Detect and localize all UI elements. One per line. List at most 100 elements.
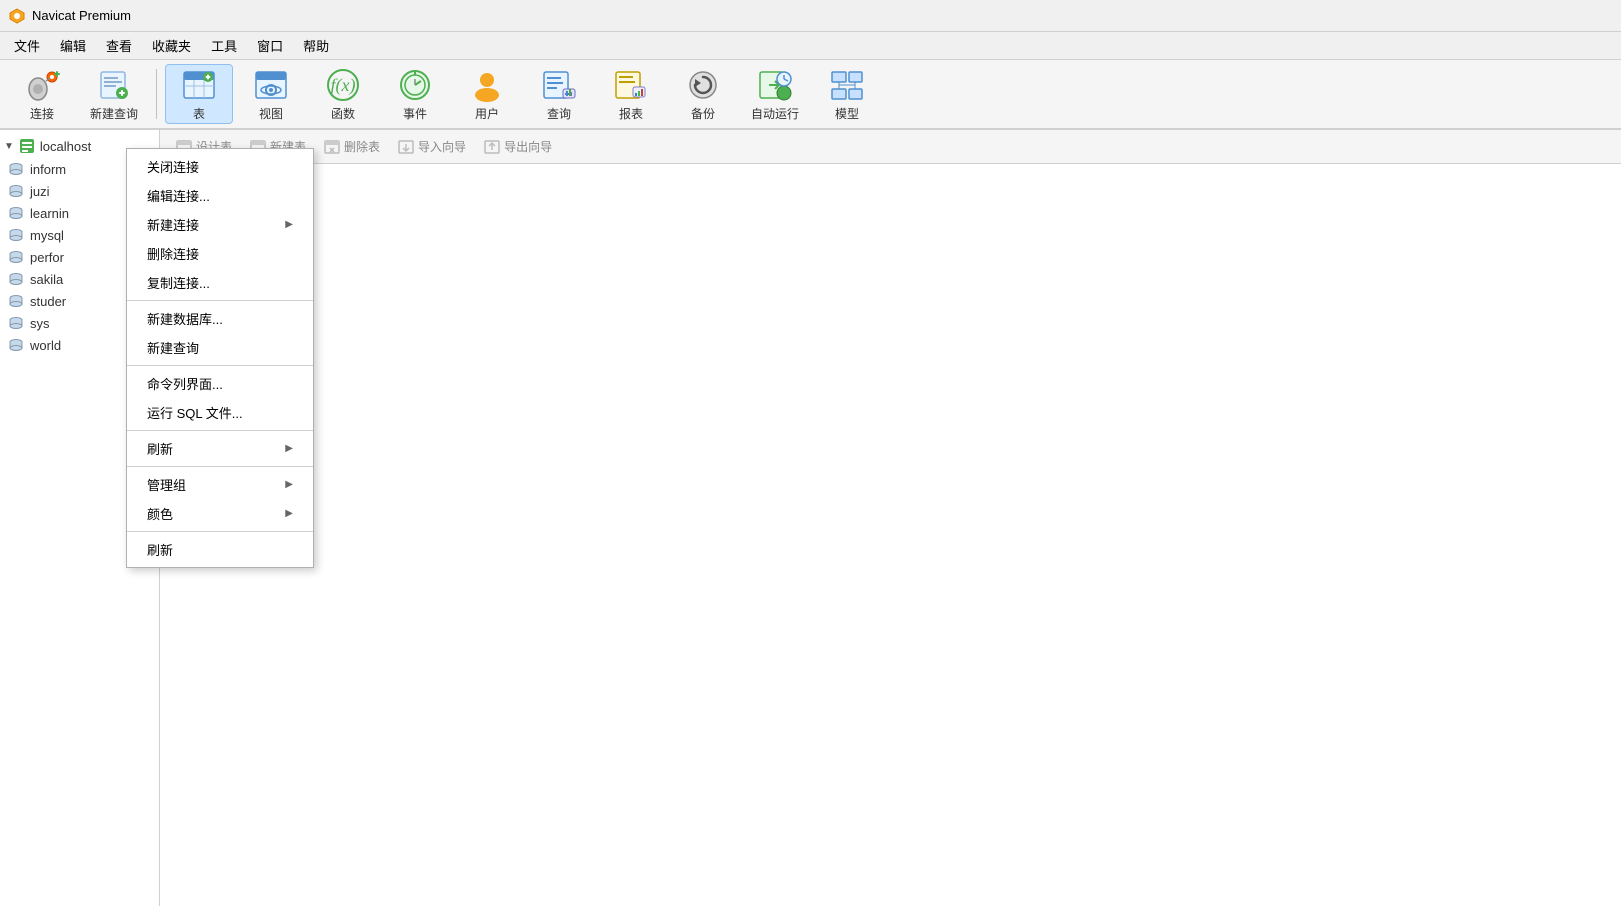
menu-file[interactable]: 文件 bbox=[4, 32, 50, 59]
toolbar-auto-run[interactable]: 自动运行 bbox=[741, 64, 809, 124]
menu-help[interactable]: 帮助 bbox=[293, 32, 339, 59]
expand-arrow: ▼ bbox=[4, 141, 14, 152]
localhost-label: localhost bbox=[40, 139, 91, 154]
db-name-mysql: mysql bbox=[30, 228, 64, 243]
table-icon bbox=[181, 67, 217, 103]
ctx-new-database[interactable]: 新建数据库... bbox=[127, 304, 313, 333]
ctx-edit-connection[interactable]: 编辑连接... bbox=[127, 181, 313, 210]
toolbar-table[interactable]: 表 bbox=[165, 64, 233, 124]
toolbar-function[interactable]: f(x) 函数 bbox=[309, 64, 377, 124]
user-icon bbox=[469, 67, 505, 103]
sec-btn-export-label: 导出向导 bbox=[504, 138, 552, 155]
export-icon bbox=[484, 139, 500, 155]
ctx-color-arrow: ▶ bbox=[285, 508, 293, 519]
db-name-studer: studer bbox=[30, 294, 66, 309]
ctx-copy-connection[interactable]: 复制连接... bbox=[127, 268, 313, 297]
new-query-icon bbox=[96, 67, 132, 103]
ctx-sep-2 bbox=[127, 365, 313, 366]
ctx-new-connection[interactable]: 新建连接 ▶ bbox=[127, 210, 313, 239]
db-icon-sakila bbox=[8, 271, 24, 287]
db-name-learnin: learnin bbox=[30, 206, 69, 221]
sec-btn-export-wizard: 导出向导 bbox=[476, 134, 560, 159]
toolbar-query[interactable]: 查询 bbox=[525, 64, 593, 124]
query-icon bbox=[541, 67, 577, 103]
toolbar-report-label: 报表 bbox=[619, 105, 643, 122]
secondary-toolbar: 设计表 新建表 删除表 bbox=[160, 130, 1621, 164]
db-name-inform: inform bbox=[30, 162, 66, 177]
menu-edit[interactable]: 编辑 bbox=[50, 32, 96, 59]
ctx-delete-connection[interactable]: 删除连接 bbox=[127, 239, 313, 268]
db-name-sys: sys bbox=[30, 316, 50, 331]
menu-window[interactable]: 窗口 bbox=[247, 32, 293, 59]
toolbar-query-label: 查询 bbox=[547, 105, 571, 122]
report-icon bbox=[613, 67, 649, 103]
db-icon-sys bbox=[8, 315, 24, 331]
model-icon bbox=[829, 67, 865, 103]
db-name-juzi: juzi bbox=[30, 184, 50, 199]
backup-icon bbox=[685, 67, 721, 103]
toolbar-report[interactable]: 报表 bbox=[597, 64, 665, 124]
db-icon-world bbox=[8, 337, 24, 353]
ctx-close-connection[interactable]: 关闭连接 bbox=[127, 152, 313, 181]
ctx-refresh-sub-arrow: ▶ bbox=[285, 443, 293, 454]
ctx-manage-group[interactable]: 管理组 ▶ bbox=[127, 470, 313, 499]
sec-btn-import-wizard: 导入向导 bbox=[390, 134, 474, 159]
toolbar-view[interactable]: 视图 bbox=[237, 64, 305, 124]
toolbar-connect[interactable]: 连接 bbox=[8, 64, 76, 124]
menu-view[interactable]: 查看 bbox=[96, 32, 142, 59]
db-icon-juzi bbox=[8, 183, 24, 199]
ctx-color[interactable]: 颜色 ▶ bbox=[127, 499, 313, 528]
db-icon-perfor bbox=[8, 249, 24, 265]
toolbar-new-query[interactable]: 新建查询 bbox=[80, 64, 148, 124]
sec-btn-delete-table-label: 删除表 bbox=[344, 138, 380, 155]
toolbar-backup[interactable]: 备份 bbox=[669, 64, 737, 124]
auto-run-icon bbox=[757, 67, 793, 103]
connect-icon bbox=[24, 67, 60, 103]
db-icon-learnin bbox=[8, 205, 24, 221]
db-name-world: world bbox=[30, 338, 61, 353]
ctx-new-connection-arrow: ▶ bbox=[285, 219, 293, 230]
ctx-command-line[interactable]: 命令列界面... bbox=[127, 369, 313, 398]
toolbar-user[interactable]: 用户 bbox=[453, 64, 521, 124]
ctx-sep-3 bbox=[127, 430, 313, 431]
main-toolbar: 连接 新建查询 bbox=[0, 60, 1621, 130]
menu-bar: 文件 编辑 查看 收藏夹 工具 窗口 帮助 bbox=[0, 32, 1621, 60]
toolbar-event-label: 事件 bbox=[403, 105, 427, 122]
ctx-sep-1 bbox=[127, 300, 313, 301]
delete-table-icon bbox=[324, 139, 340, 155]
toolbar-model-label: 模型 bbox=[835, 105, 859, 122]
db-icon-inform bbox=[8, 161, 24, 177]
ctx-refresh-sub[interactable]: 刷新 ▶ bbox=[127, 434, 313, 463]
view-icon bbox=[253, 67, 289, 103]
toolbar-backup-label: 备份 bbox=[691, 105, 715, 122]
ctx-new-query[interactable]: 新建查询 bbox=[127, 333, 313, 362]
localhost-icon bbox=[18, 137, 36, 155]
svg-text:f(x): f(x) bbox=[331, 75, 356, 96]
toolbar-sep-1 bbox=[156, 69, 157, 119]
menu-favorites[interactable]: 收藏夹 bbox=[142, 32, 201, 59]
title-bar: Navicat Premium bbox=[0, 0, 1621, 32]
toolbar-auto-run-label: 自动运行 bbox=[751, 105, 799, 122]
toolbar-new-query-label: 新建查询 bbox=[90, 105, 138, 122]
menu-tools[interactable]: 工具 bbox=[201, 32, 247, 59]
toolbar-table-label: 表 bbox=[193, 105, 205, 122]
ctx-sep-4 bbox=[127, 466, 313, 467]
ctx-sep-5 bbox=[127, 531, 313, 532]
ctx-manage-group-arrow: ▶ bbox=[285, 479, 293, 490]
toolbar-view-label: 视图 bbox=[259, 105, 283, 122]
toolbar-model[interactable]: 模型 bbox=[813, 64, 881, 124]
sec-btn-delete-table: 删除表 bbox=[316, 134, 388, 159]
sec-btn-import-label: 导入向导 bbox=[418, 138, 466, 155]
event-icon bbox=[397, 67, 433, 103]
toolbar-connect-label: 连接 bbox=[30, 105, 54, 122]
context-menu: 关闭连接 编辑连接... 新建连接 ▶ 删除连接 复制连接... 新建数据库..… bbox=[126, 148, 314, 568]
toolbar-user-label: 用户 bbox=[475, 105, 499, 122]
main-content-area bbox=[160, 164, 1621, 906]
ctx-refresh[interactable]: 刷新 bbox=[127, 535, 313, 564]
app-title: Navicat Premium bbox=[32, 8, 131, 23]
ctx-run-sql-file[interactable]: 运行 SQL 文件... bbox=[127, 398, 313, 427]
db-icon-mysql bbox=[8, 227, 24, 243]
db-name-perfor: perfor bbox=[30, 250, 64, 265]
toolbar-event[interactable]: 事件 bbox=[381, 64, 449, 124]
right-panel: 设计表 新建表 删除表 bbox=[160, 130, 1621, 906]
